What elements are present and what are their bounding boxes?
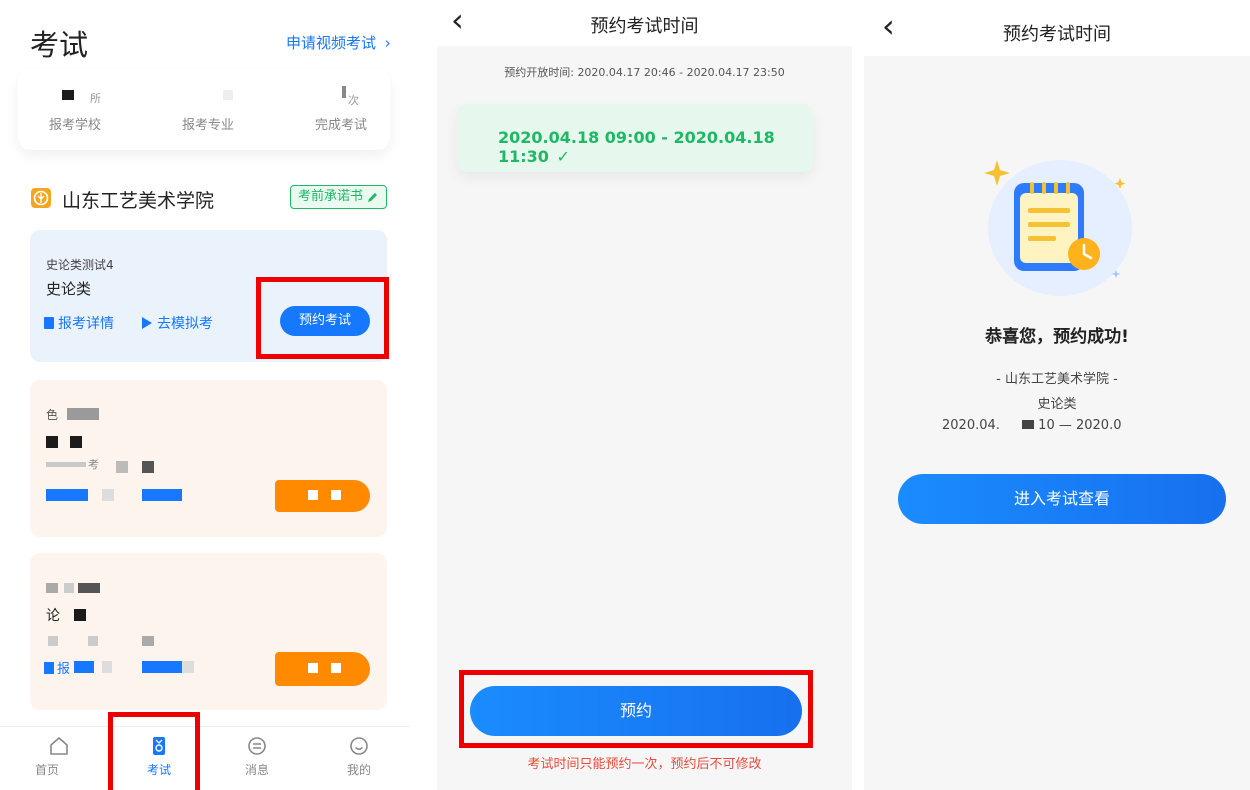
done-count-redacted [342,86,346,98]
redacted-link [74,661,94,673]
enter-exam-button[interactable]: 进入考试查看 [898,474,1226,524]
time-slot-option[interactable]: 2020.04.18 09:00 - 2020.04.18 11:30 ✓ [457,104,813,172]
pencil-icon [366,190,379,212]
calendar-clock-illustration [980,150,1140,300]
pledge-label: 考前承诺书 [298,189,364,204]
school-logo-icon [31,188,51,208]
highlight-reserve-button [459,670,813,748]
reserve-success-screen: ‹ 预约考试时间 恭喜您，预约成功! - 山东工艺美术学院 - 史论类 2020… [864,0,1250,790]
header: ‹ 预约考试时间 [864,0,1250,56]
bottom-nav: 首页 考试 消息 我的 [0,726,410,790]
nav-me-label: 我的 [346,763,371,777]
warning-text: 考试时间只能预约一次，预约后不可修改 [527,757,762,772]
redacted-link: 报 [44,658,70,677]
result-school: - 山东工艺美术学院 - [996,372,1118,387]
redacted-block [67,408,99,420]
exam-card-redacted: 色 考 [30,380,387,537]
mock-exam-link[interactable]: 去模拟考 [142,313,213,333]
redacted-block [46,583,58,593]
highlight-exam-tab [108,712,200,790]
redacted-link [142,661,182,673]
profile-icon [334,735,384,761]
exam-detail-link[interactable]: 报考详情 [44,313,114,333]
redacted-link-text: 报 [57,662,71,677]
exam-card-redacted: 论 报 [30,553,387,710]
school-count-redacted [62,90,74,100]
mock-exam-label: 去模拟考 [157,316,213,332]
nav-messages[interactable]: 消息 [232,735,282,785]
time-slot-text: 2020.04.18 09:00 - 2020.04.18 11:30 ✓ [498,128,813,166]
exam-title-redacted: 论 [46,608,60,624]
redacted-link [142,489,182,501]
redacted-block [48,636,58,646]
done-count-label: 完成考试 [315,118,368,133]
redacted-block [70,436,82,448]
message-icon [232,735,282,761]
home-icon [34,735,84,761]
redacted-block [142,461,154,473]
redacted-block [64,583,74,593]
redacted-block [78,583,100,593]
nav-home[interactable]: 首页 [34,735,84,785]
school-count-label: 报考学校 [49,118,102,133]
header: ‹ 预约考试时间 [437,0,852,46]
redacted-block [102,489,114,501]
success-message: 恭喜您，预约成功! [985,327,1129,347]
redacted-action-button [275,652,370,686]
open-time-label: 预约开放时间: [504,66,574,79]
result-subject: 史论类 [1037,397,1077,412]
result-time-start: 2020.04. [942,418,1000,433]
redacted-block [116,461,128,473]
header-title: 预约考试时间 [590,16,699,37]
exam-title: 史论类 [46,280,92,298]
nav-messages-label: 消息 [244,763,269,777]
open-time: 预约开放时间: 2020.04.17 20:46 - 2020.04.17 23… [437,64,852,80]
exam-detail-label: 报考详情 [58,316,114,332]
exam-screen: 考试 申请视频考试 › 所 报考学校 报考专业 次 完成考试 山东工艺美术学院 … [0,0,410,790]
redacted-action-button [275,480,370,512]
document-icon [44,317,54,329]
redacted-block [46,462,86,467]
nav-me[interactable]: 我的 [334,735,384,785]
exam-subtitle-redacted: 色 [46,408,59,422]
open-time-value: 2020.04.17 20:46 - 2020.04.17 23:50 [577,66,785,79]
school-name: 山东工艺美术学院 [62,190,215,212]
time-slot-label: 2020.04.18 09:00 - 2020.04.18 11:30 [498,128,775,166]
redacted-block [142,636,154,646]
highlight-reserve-exam [256,277,389,359]
redacted-link [46,489,88,501]
result-time: 2020.04. 10 — 2020.0 [942,418,1121,433]
major-count-label: 报考专业 [182,118,235,133]
done-count-unit: 次 [348,94,359,107]
redacted-block [46,436,58,448]
exam-subtitle: 史论类测试4 [46,258,114,272]
school-count-unit: 所 [90,92,101,105]
exam-meta-redacted: 考 [88,458,99,471]
document-icon [44,662,54,674]
major-count-redacted [223,90,233,100]
reserve-time-screen: ‹ 预约考试时间 预约开放时间: 2020.04.17 20:46 - 2020… [437,0,852,790]
header-title: 预约考试时间 [1003,24,1111,45]
result-time-end: 10 — 2020.0 [1038,418,1122,433]
apply-video-exam-link[interactable]: 申请视频考试 › [286,32,391,53]
chevron-right-icon: › [384,34,391,52]
play-icon [142,317,152,329]
redacted-block [102,661,112,673]
stats-card: 所 报考学校 报考专业 次 完成考试 [18,70,390,150]
check-icon: ✓ [556,147,570,166]
nav-home-label: 首页 [34,763,59,777]
redacted-block [88,636,98,646]
redacted-block [1022,420,1035,429]
redacted-block [74,609,86,621]
page-title: 考试 [30,28,89,62]
apply-video-exam-label: 申请视频考试 [286,34,377,52]
pledge-button[interactable]: 考前承诺书 [290,185,387,209]
redacted-block [182,661,194,673]
